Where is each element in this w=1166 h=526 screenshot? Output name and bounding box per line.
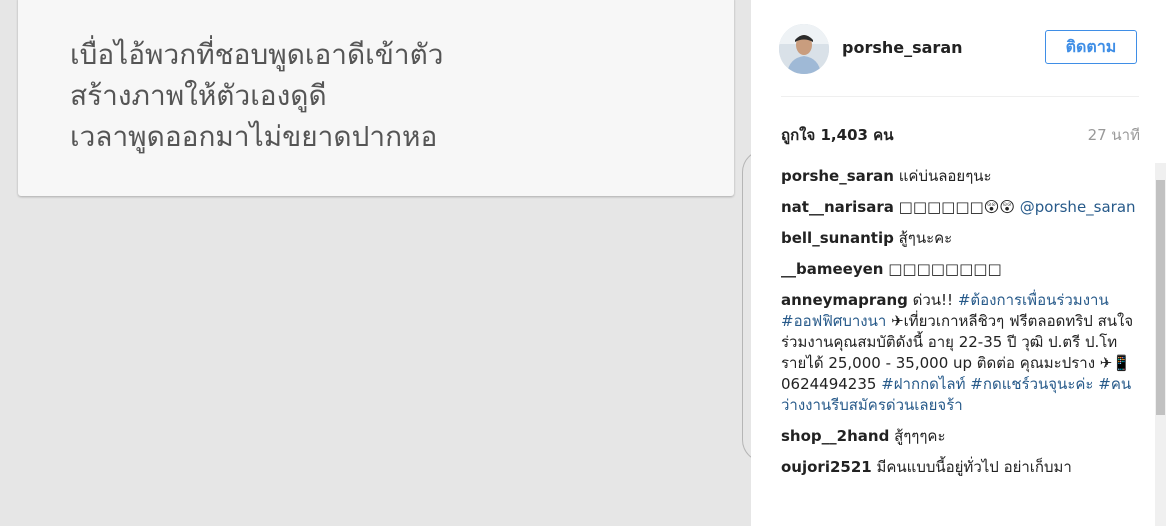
comment-item: oujori2521 มีคนแบบนี้อยู่ทั่วไป อย่าเก็บ… <box>781 457 1141 478</box>
post-card: เบื่อไอ้พวกที่ชอบพูดเอาดีเข้าตัว สร้างภา… <box>18 0 734 196</box>
comment-author[interactable]: nat__narisara <box>781 198 894 216</box>
comment-item: porshe_saran แค่บ่นลอยๆนะ <box>781 166 1141 187</box>
comment-author[interactable]: __bameeyen <box>781 260 883 278</box>
comment-text: □□□□□□□□ <box>883 260 1002 278</box>
likes-count[interactable]: ถูกใจ 1,403 คน <box>781 123 893 147</box>
username[interactable]: porshe_saran <box>842 38 963 57</box>
comment-text: แค่บ่นลอยๆนะ <box>893 167 992 185</box>
comment-tag-link[interactable]: @porshe_saran <box>1020 198 1136 216</box>
comment-tag-link[interactable]: #กดแชร์วนจุนะค่ะ <box>970 375 1093 393</box>
comment-author[interactable]: porshe_saran <box>781 167 894 185</box>
avatar[interactable] <box>779 24 829 74</box>
post-text: เบื่อไอ้พวกที่ชอบพูดเอาดีเข้าตัว สร้างภา… <box>70 34 444 157</box>
follow-button[interactable]: ติดตาม <box>1045 30 1137 64</box>
comments-list: porshe_saran แค่บ่นลอยๆนะ nat__narisara □… <box>781 166 1141 488</box>
comment-text: สู้ๆนะคะ <box>893 229 953 247</box>
post-text-line: สร้างภาพให้ตัวเองดูดี <box>70 79 327 112</box>
comment-text: สู้ๆๆๆคะ <box>889 427 946 445</box>
comments-panel: porshe_saran ติดตาม ถูกใจ 1,403 คน 27 นา… <box>751 0 1166 526</box>
comment-text: มีคนแบบนี้อยู่ทั่วไป อย่าเก็บมา <box>871 458 1072 476</box>
comment-author[interactable]: shop__2hand <box>781 427 889 445</box>
comment-tag-link[interactable]: #ต้องการเพื่อนร่วมงาน <box>958 291 1109 309</box>
comment-text: □□□□□□😲😲 <box>893 198 1020 216</box>
comment-author[interactable]: bell_sunantip <box>781 229 894 247</box>
comment-author[interactable]: anneymaprang <box>781 291 908 309</box>
post-text-line: เวลาพูดออกมาไม่ขยาดปากหอ <box>70 120 438 153</box>
comment-author[interactable]: oujori2521 <box>781 458 872 476</box>
comment-item: anneymaprang ด่วน!! #ต้องการเพื่อนร่วมงา… <box>781 290 1141 416</box>
comment-tag-link[interactable]: #ออฟฟิศบางนา <box>781 312 886 330</box>
comment-item: __bameeyen □□□□□□□□ <box>781 259 1141 280</box>
comment-item: nat__narisara □□□□□□😲😲 @porshe_saran <box>781 197 1141 218</box>
comment-tag-link[interactable]: #ฝากกดไลท์ <box>881 375 965 393</box>
divider <box>781 96 1139 97</box>
post-header: porshe_saran ติดตาม <box>779 24 1139 74</box>
avatar-image <box>779 24 829 74</box>
comment-item: shop__2hand สู้ๆๆๆคะ <box>781 426 1141 447</box>
scrollbar-thumb[interactable] <box>1156 180 1165 415</box>
post-time: 27 นาที <box>1087 126 1140 144</box>
comment-text: ด่วน!! <box>907 291 958 309</box>
comment-item: bell_sunantip สู้ๆนะคะ <box>781 228 1141 249</box>
post-text-line: เบื่อไอ้พวกที่ชอบพูดเอาดีเข้าตัว <box>70 38 444 71</box>
